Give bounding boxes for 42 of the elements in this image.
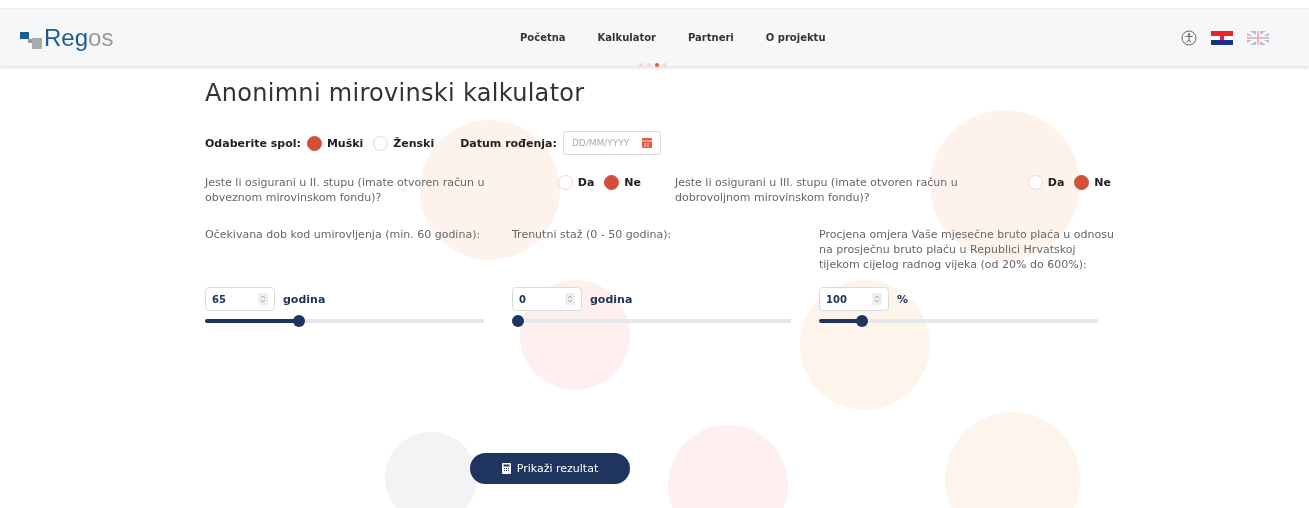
question-text: Jeste li osigurani u III. stupu (imate otvoren račun u dobrovoljnom mirovinskom fondu)? — [675, 175, 959, 205]
slider-label: Trenutni staž (0 - 50 godina): — [512, 227, 673, 243]
radio-label: Muški — [326, 136, 364, 150]
unit-label: godina — [283, 292, 326, 306]
slider-thumb[interactable] — [512, 315, 524, 327]
radio-label: Ženski — [393, 136, 435, 150]
unit-label: % — [897, 292, 909, 306]
unit-label: godina — [590, 292, 633, 306]
birth-date-label: Datum rođenja: — [460, 136, 557, 150]
number-input-field[interactable]: 0 — [512, 287, 582, 311]
show-result-button[interactable]: Prikaži rezultat — [470, 453, 630, 484]
slider-label: Procjena omjera Vaše mjesečne bruto plaća u odnosu na prosječnu bruto plaću u Republici Hrvatskoj tijekom cijelog radnog vijeka (od 20% do 600%): — [819, 227, 1115, 273]
carousel-dot[interactable] — [654, 63, 659, 67]
page-title: Anonimni mirovinski kalkulator — [205, 79, 586, 107]
question-text: Jeste li osigurani u II. stupu (imate otvoren račun u obveznom mirovinskom fondu)? — [205, 175, 486, 205]
date-input-field[interactable]: DD/MM/YYYY — [571, 138, 636, 148]
date-picker[interactable]: DD/MM/YYYY — [562, 131, 661, 155]
logo-squares-icon — [20, 31, 42, 50]
radio-button[interactable] — [306, 135, 322, 151]
radio-label: Ne — [1094, 176, 1111, 189]
slider-label: Očekivana dob kod umirovljenja (min. 60 godina): — [205, 227, 482, 243]
radio-button[interactable] — [604, 175, 620, 190]
accessibility-icon[interactable] — [1181, 29, 1197, 46]
spinner-icon[interactable] — [258, 293, 268, 305]
spinner-icon[interactable] — [872, 293, 882, 305]
nav-link[interactable]: Početna — [520, 32, 566, 43]
radio-label: Da — [577, 176, 595, 189]
slider-thumb[interactable] — [856, 315, 869, 327]
radio-label: Ne — [624, 176, 641, 189]
nav-link[interactable]: Partneri — [688, 32, 734, 43]
number-input-field[interactable]: 100 — [819, 287, 889, 311]
spinner-icon[interactable] — [565, 293, 575, 305]
calculator-icon — [501, 463, 511, 474]
nav-link[interactable]: Kalkulator — [597, 32, 656, 43]
logo-text[interactable]: Regos — [44, 25, 114, 50]
calendar-icon[interactable] — [641, 138, 652, 148]
radio-label: Da — [1047, 176, 1065, 189]
croatian-flag-icon[interactable] — [1211, 30, 1233, 45]
gender-label: Odaberite spol: — [205, 136, 301, 150]
slider-thumb[interactable] — [293, 315, 306, 327]
nav-link[interactable]: O projektu — [765, 32, 826, 43]
number-input-field[interactable]: 65 — [205, 287, 275, 311]
